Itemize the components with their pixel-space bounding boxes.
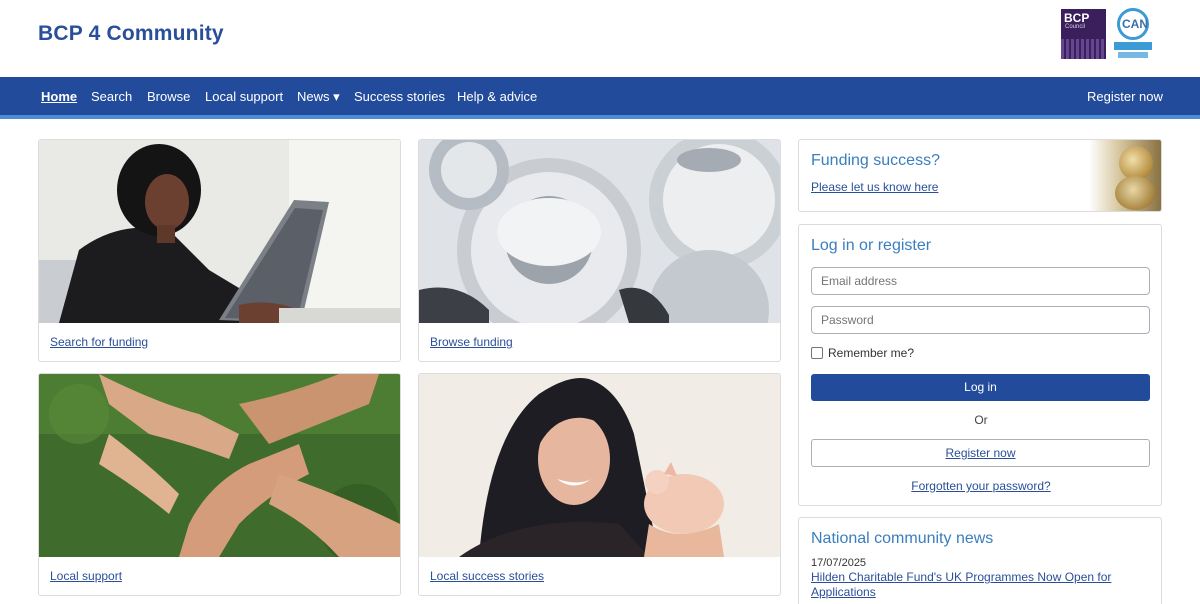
can-logo-banner-small <box>1118 52 1148 58</box>
linked-hands-image[interactable] <box>39 374 400 557</box>
browse-funding-link[interactable]: Browse funding <box>430 335 513 349</box>
search-funding-link[interactable]: Search for funding <box>50 335 148 349</box>
can-logo-text: CAN <box>1122 17 1148 31</box>
register-button[interactable]: Register now <box>811 439 1150 467</box>
login-panel: Log in or register Remember me? Log in O… <box>798 224 1162 506</box>
funding-success-panel: Funding success? Please let us know here <box>798 139 1162 212</box>
or-separator: Or <box>974 413 988 427</box>
national-news-panel: National community news 17/07/2025 Hilde… <box>798 517 1162 604</box>
email-field[interactable] <box>811 267 1150 295</box>
woman-at-laptop-image[interactable] <box>39 140 400 323</box>
nav-news-dropdown[interactable]: News ▾ <box>297 89 340 105</box>
forgot-password-link[interactable]: Forgotten your password? <box>799 479 1161 493</box>
bcp-logo-text: BCP <box>1064 11 1090 25</box>
nav-help-advice[interactable]: Help & advice <box>457 89 537 104</box>
bcp-council-logo[interactable]: BCP Council <box>1061 9 1106 59</box>
site-header: BCP 4 Community BCP Council CAN <box>0 0 1200 77</box>
remember-me-checkbox[interactable] <box>811 347 823 359</box>
can-logo-circle: CAN <box>1117 8 1149 40</box>
gears-image[interactable] <box>419 140 780 323</box>
remember-me-label[interactable]: Remember me? <box>828 346 914 360</box>
can-logo[interactable]: CAN <box>1112 8 1154 60</box>
local-success-stories-card[interactable]: Local success stories <box>418 373 781 596</box>
national-news-title: National community news <box>811 530 994 547</box>
nav-accent-bar <box>0 115 1200 119</box>
nav-success-stories[interactable]: Success stories <box>354 89 445 104</box>
coin-icon <box>1115 176 1155 210</box>
nav-local-support[interactable]: Local support <box>205 89 283 104</box>
coins-image <box>1089 140 1161 211</box>
local-success-stories-link[interactable]: Local success stories <box>430 569 544 583</box>
search-funding-card[interactable]: Search for funding <box>38 139 401 362</box>
login-title: Log in or register <box>811 237 932 254</box>
local-support-card[interactable]: Local support <box>38 373 401 596</box>
funding-success-title: Funding success? <box>811 152 940 169</box>
can-logo-banner <box>1114 42 1152 50</box>
site-title[interactable]: BCP 4 Community <box>38 22 224 46</box>
coin-icon <box>1119 146 1153 180</box>
news-date: 17/07/2025 <box>811 557 867 569</box>
password-field[interactable] <box>811 306 1150 334</box>
logo-pattern <box>1061 39 1106 59</box>
nav-register-now[interactable]: Register now <box>1087 89 1163 104</box>
woman-with-piggy-bank-image[interactable] <box>419 374 780 557</box>
login-button[interactable]: Log in <box>811 374 1150 401</box>
bcp-logo-subtext: Council <box>1065 24 1086 30</box>
news-headline-link[interactable]: Hilden Charitable Fund's UK Programmes N… <box>811 570 1131 600</box>
nav-home[interactable]: Home <box>41 89 77 104</box>
nav-search[interactable]: Search <box>91 89 132 104</box>
nav-browse[interactable]: Browse <box>147 89 190 104</box>
local-support-link[interactable]: Local support <box>50 569 122 583</box>
funding-success-link[interactable]: Please let us know here <box>811 180 938 194</box>
browse-funding-card[interactable]: Browse funding <box>418 139 781 362</box>
